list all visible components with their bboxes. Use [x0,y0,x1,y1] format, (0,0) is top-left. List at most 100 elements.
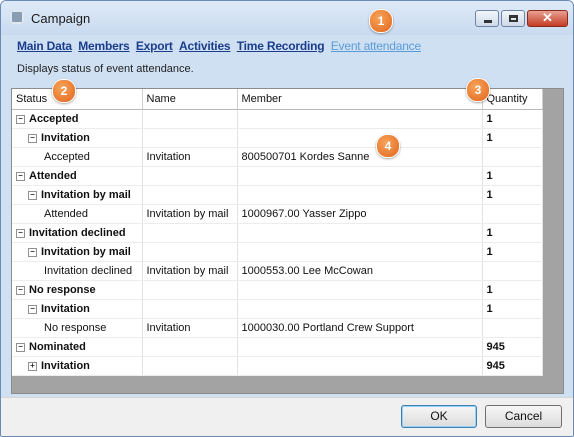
collapse-toggle[interactable]: − [16,114,25,124]
member-cell: 1000030.00 Portland Crew Support [237,318,483,338]
name-cell: Invitation [142,318,238,338]
close-button[interactable]: ✕ [527,10,568,27]
campaign-app-icon [10,10,24,24]
status-cell: Invitation [41,132,90,144]
quantity-cell [482,318,543,338]
table-row[interactable]: − Invitation 1 [12,299,543,319]
quantity-cell [482,147,543,167]
column-header-name[interactable]: Name [142,89,238,110]
member-cell [237,128,483,148]
name-cell [142,128,238,148]
name-cell: Invitation [142,147,238,167]
member-cell: 1000553.00 Lee McCowan [237,261,483,281]
callout-badge-3: 3 [466,78,490,102]
link-members[interactable]: Members [78,39,129,53]
quantity-cell: 1 [482,242,543,262]
column-header-status[interactable]: Status [12,89,143,110]
close-icon: ✕ [542,10,553,25]
collapse-toggle[interactable]: − [16,228,25,238]
link-activities[interactable]: Activities [179,39,231,53]
expand-toggle[interactable]: + [28,361,37,371]
quantity-cell [482,261,543,281]
column-header-member[interactable]: Member [237,89,483,110]
maximize-button[interactable] [501,10,525,27]
maximize-icon [509,15,518,22]
member-cell [237,242,483,262]
member-cell [237,223,483,243]
collapse-toggle[interactable]: − [28,247,37,257]
collapse-toggle[interactable]: − [28,133,37,143]
status-cell: Invitation declined [29,227,126,239]
status-cell: Accepted [29,113,79,125]
table-row[interactable]: Attended Invitation by mail 1000967.00 Y… [12,204,543,224]
status-cell: Invitation by mail [41,189,131,201]
callout-badge-1: 1 [369,9,393,33]
name-cell [142,242,238,262]
name-cell [142,280,238,300]
link-time-recording[interactable]: Time Recording [237,39,325,53]
callout-badge-2: 2 [52,79,76,103]
status-cell: No response [12,318,143,338]
member-cell [237,166,483,186]
table-row[interactable]: − Accepted 1 [12,109,543,129]
table-row[interactable]: − Invitation by mail 1 [12,242,543,262]
quantity-cell: 945 [482,356,543,376]
navigation-links: Main Data Members Export Activities Time… [17,39,424,53]
table-row[interactable]: − No response 1 [12,280,543,300]
page-description: Displays status of event attendance. [17,63,194,75]
minimize-button[interactable] [475,10,499,27]
table-row[interactable]: − Invitation 1 [12,128,543,148]
collapse-toggle[interactable]: − [16,342,25,352]
quantity-cell: 1 [482,299,543,319]
collapse-toggle[interactable]: − [16,285,25,295]
quantity-cell: 1 [482,185,543,205]
link-main-data[interactable]: Main Data [17,39,72,53]
link-event-attendance[interactable]: Event attendance [331,39,421,53]
member-cell: 1000967.00 Yasser Zippo [237,204,483,224]
member-cell [237,337,483,357]
name-cell [142,185,238,205]
status-cell: Attended [29,170,77,182]
campaign-window: Campaign ✕ Main Data Members Export Acti… [0,0,574,437]
member-cell: 800500701 Kordes Sanne [237,147,483,167]
name-cell: Invitation by mail [142,261,238,281]
table-row[interactable]: No response Invitation 1000030.00 Portla… [12,318,543,338]
name-cell [142,337,238,357]
callout-badge-4: 4 [376,134,400,158]
attendance-table: Status Name Member Quantity − Accepted 1 … [12,89,543,376]
member-cell [237,356,483,376]
name-cell [142,223,238,243]
member-cell [237,299,483,319]
title-bar[interactable]: Campaign ✕ [1,1,573,35]
name-cell: Invitation by mail [142,204,238,224]
table-row[interactable]: − Nominated 945 [12,337,543,357]
link-export[interactable]: Export [136,39,173,53]
window-title: Campaign [31,11,91,26]
table-row[interactable]: − Invitation declined 1 [12,223,543,243]
cancel-button[interactable]: Cancel [485,405,562,428]
quantity-cell: 945 [482,337,543,357]
status-cell: Invitation [41,360,90,372]
status-cell: Invitation by mail [41,246,131,258]
table-row[interactable]: Invitation declined Invitation by mail 1… [12,261,543,281]
table-row[interactable]: − Invitation by mail 1 [12,185,543,205]
name-cell [142,299,238,319]
collapse-toggle[interactable]: − [16,171,25,181]
table-row[interactable]: − Attended 1 [12,166,543,186]
member-cell [237,109,483,129]
attendance-grid[interactable]: Status Name Member Quantity − Accepted 1 … [11,88,564,394]
status-cell: Invitation declined [12,261,143,281]
status-cell: Accepted [12,147,143,167]
quantity-cell: 1 [482,109,543,129]
collapse-toggle[interactable]: − [28,304,37,314]
member-cell [237,280,483,300]
table-row[interactable]: + Invitation 945 [12,356,543,376]
collapse-toggle[interactable]: − [28,190,37,200]
name-cell [142,356,238,376]
column-header-quantity[interactable]: Quantity [482,89,543,110]
ok-button[interactable]: OK [401,405,477,428]
table-row[interactable]: Accepted Invitation 800500701 Kordes San… [12,147,543,167]
status-cell: Invitation [41,303,90,315]
minimize-icon [484,20,492,23]
status-cell: No response [29,284,96,296]
